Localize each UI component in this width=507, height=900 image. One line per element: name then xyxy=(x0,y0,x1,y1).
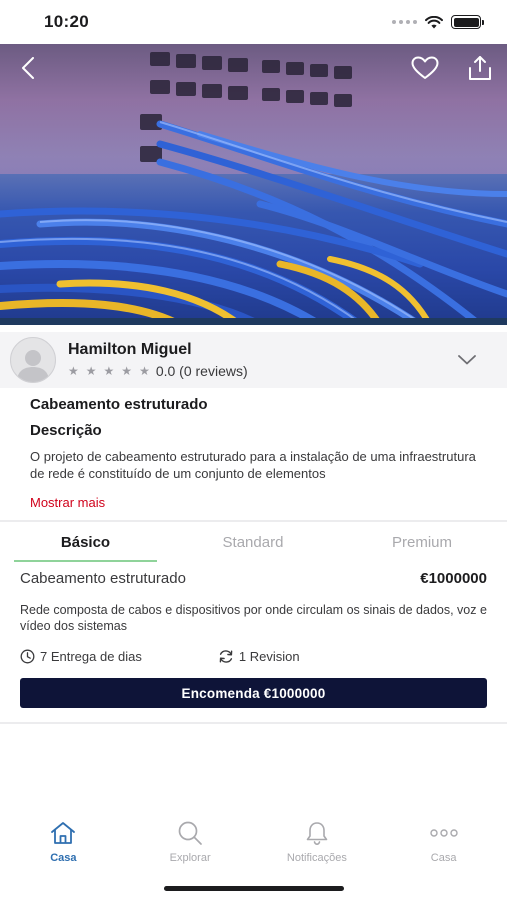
star-icon: ★ xyxy=(103,364,115,378)
seller-info: Hamilton Miguel ★ ★ ★ ★ ★ 0.0 (0 reviews… xyxy=(68,341,451,379)
status-bar: 10:20 xyxy=(0,0,507,44)
seller-card[interactable]: Hamilton Miguel ★ ★ ★ ★ ★ 0.0 (0 reviews… xyxy=(0,332,507,388)
nav-home-label: Casa xyxy=(50,852,77,864)
status-time: 10:20 xyxy=(44,12,89,31)
share-button[interactable] xyxy=(462,50,498,86)
description-heading: Descrição xyxy=(30,422,102,439)
clock-icon xyxy=(20,649,35,664)
rating-text: 0.0 (0 reviews) xyxy=(155,363,248,379)
nav-more[interactable]: Casa xyxy=(380,820,507,870)
tab-premium[interactable]: Premium xyxy=(349,522,495,562)
more-icon xyxy=(429,829,458,837)
chevron-down-icon xyxy=(458,355,476,365)
hero-bottom-strip xyxy=(0,318,507,325)
home-icon xyxy=(51,822,76,844)
tab-standard[interactable]: Standard xyxy=(157,522,349,562)
wifi-icon xyxy=(425,15,443,28)
description-section: Cabeamento estruturado Descrição O proje… xyxy=(30,396,480,512)
package-tabs: Básico Standard Premium xyxy=(14,522,507,562)
star-icon: ★ xyxy=(85,364,97,378)
share-icon xyxy=(469,56,491,80)
tab-basico[interactable]: Básico xyxy=(14,522,157,562)
chevron-left-icon xyxy=(22,57,34,79)
bell-icon xyxy=(306,822,328,846)
favorite-button[interactable] xyxy=(407,50,443,86)
nav-more-label: Casa xyxy=(430,852,457,864)
package-name: Cabeamento estruturado xyxy=(20,570,186,587)
nav-notifications-label: Notificações xyxy=(286,852,347,864)
delivery-text: 7 Entrega de dias xyxy=(40,649,142,664)
service-hero-image xyxy=(0,44,507,325)
nav-explore-label: Explorar xyxy=(169,852,211,864)
network-cables-image xyxy=(0,44,507,325)
rating-stars: ★ ★ ★ ★ ★ xyxy=(68,364,150,378)
package-meta: 7 Entrega de dias 1 Revision xyxy=(20,649,487,664)
package-header: Cabeamento estruturado €1000000 xyxy=(20,570,487,587)
star-icon: ★ xyxy=(121,364,133,378)
refresh-icon xyxy=(219,650,233,663)
seller-name: Hamilton Miguel xyxy=(68,341,192,358)
nav-notifications[interactable]: Notificações xyxy=(254,820,381,870)
heart-icon xyxy=(411,56,439,79)
bottom-navigation: Casa Explorar Notificações Casa xyxy=(0,820,507,870)
divider xyxy=(0,722,507,724)
delivery-time: 7 Entrega de dias xyxy=(20,649,142,664)
search-icon xyxy=(178,821,202,845)
service-title: Cabeamento estruturado xyxy=(30,396,208,413)
revision-count: 1 Revision xyxy=(218,649,300,664)
package-details: Cabeamento estruturado €1000000 Rede com… xyxy=(20,570,487,664)
signal-icon xyxy=(392,20,417,24)
seller-rating: ★ ★ ★ ★ ★ 0.0 (0 reviews) xyxy=(68,363,451,379)
status-icons xyxy=(392,15,484,29)
star-icon: ★ xyxy=(139,364,150,378)
expand-seller-button[interactable] xyxy=(451,344,483,376)
back-button[interactable] xyxy=(10,50,46,86)
revision-text: 1 Revision xyxy=(238,649,300,664)
star-icon: ★ xyxy=(68,364,79,378)
nav-home[interactable]: Casa xyxy=(0,820,127,870)
package-price: €1000000 xyxy=(420,570,487,587)
nav-explore[interactable]: Explorar xyxy=(127,820,254,870)
battery-icon xyxy=(451,15,484,29)
avatar xyxy=(10,337,56,383)
show-more-link[interactable]: Mostrar mais xyxy=(30,495,105,510)
order-button[interactable]: Encomenda €1000000 xyxy=(20,678,487,708)
description-text: O projeto de cabeamento estruturado para… xyxy=(30,449,476,481)
user-placeholder-icon xyxy=(17,350,49,382)
package-description: Rede composta de cabos e dispositivos po… xyxy=(20,603,487,633)
home-indicator[interactable] xyxy=(164,886,344,891)
